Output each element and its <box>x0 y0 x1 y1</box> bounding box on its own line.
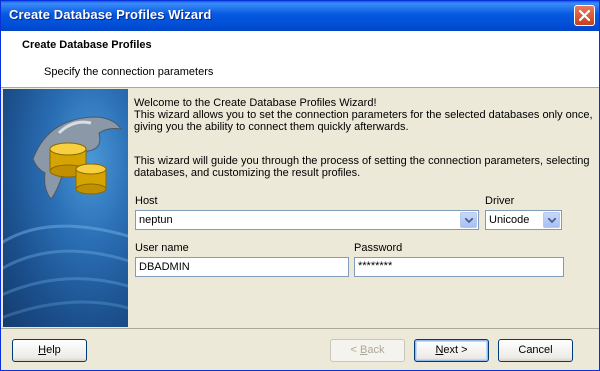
intro-text-line: giving you the ability to connect them q… <box>134 121 409 133</box>
next-button[interactable]: Next > <box>414 339 489 362</box>
driver-value: Unicode <box>489 214 530 226</box>
driver-select[interactable]: Unicode <box>485 210 562 230</box>
dolphin-database-icon <box>3 116 128 319</box>
help-button[interactable]: Help <box>12 339 87 362</box>
back-button-prefix: < <box>350 344 360 356</box>
next-button-label: ext > <box>443 344 468 356</box>
intro-text-line: This wizard allows you to set the connec… <box>134 109 593 121</box>
password-value: ******** <box>358 260 393 272</box>
page-subtitle: Specify the connection parameters <box>44 66 214 78</box>
window-title: Create Database Profiles Wizard <box>9 7 212 22</box>
cancel-button[interactable]: Cancel <box>498 339 573 362</box>
host-label: Host <box>135 195 158 207</box>
close-button[interactable] <box>574 5 595 26</box>
intro-text-line: This wizard will guide you through the p… <box>134 155 590 167</box>
back-button-label: ack <box>367 344 385 356</box>
title-bar[interactable]: Create Database Profiles Wizard <box>1 1 599 31</box>
username-field[interactable]: DBADMIN <box>135 257 349 277</box>
back-button[interactable]: < Back <box>330 339 405 362</box>
host-value: neptun <box>139 214 173 226</box>
page-title: Create Database Profiles <box>22 39 152 51</box>
intro-text-line: databases, and customizing the result pr… <box>134 167 361 179</box>
footer-divider <box>1 328 599 329</box>
driver-label: Driver <box>485 195 515 207</box>
host-dropdown-button[interactable] <box>460 212 477 228</box>
help-button-label: elp <box>46 344 61 356</box>
host-combobox[interactable]: neptun <box>135 210 479 230</box>
password-field[interactable]: ******** <box>354 257 564 277</box>
wizard-side-banner <box>3 89 128 327</box>
username-value: DBADMIN <box>139 261 190 273</box>
password-label: Password <box>354 242 403 254</box>
intro-welcome: Welcome to the Create Database Profiles … <box>134 97 377 109</box>
wizard-window: Create Database Profiles Wizard Create D… <box>0 0 600 371</box>
driver-dropdown-button[interactable] <box>543 212 560 228</box>
wizard-header: Create Database Profiles Specify the con… <box>1 31 599 88</box>
username-label: User name <box>135 242 189 254</box>
help-button-accel: H <box>38 344 47 356</box>
